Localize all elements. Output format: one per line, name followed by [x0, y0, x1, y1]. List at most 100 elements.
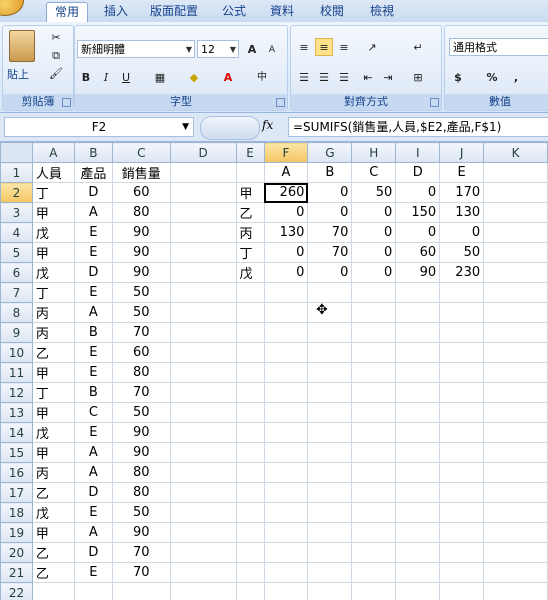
- cell-G3[interactable]: 0: [307, 202, 353, 223]
- cell-I1[interactable]: D: [395, 162, 441, 183]
- paste-button[interactable]: 貼上: [7, 66, 29, 82]
- cell-B3[interactable]: A: [73, 202, 113, 223]
- cell-D14[interactable]: [169, 422, 237, 443]
- cell-G4[interactable]: 70: [307, 222, 353, 243]
- row-header[interactable]: 8: [0, 302, 33, 323]
- cell-B13[interactable]: C: [73, 402, 113, 423]
- cell-I11[interactable]: [395, 362, 441, 383]
- cell-I10[interactable]: [395, 342, 441, 363]
- cell-E3[interactable]: 乙: [235, 202, 265, 223]
- cell-C21[interactable]: 70: [111, 562, 171, 583]
- cell-C18[interactable]: 50: [111, 502, 171, 523]
- tab-insert[interactable]: 插入: [96, 2, 136, 21]
- cell-B20[interactable]: D: [73, 542, 113, 563]
- cell-A3[interactable]: 甲: [31, 202, 75, 223]
- cell-D8[interactable]: [169, 302, 237, 323]
- cell-G16[interactable]: [307, 462, 353, 483]
- cell-B15[interactable]: A: [73, 442, 113, 463]
- row-header[interactable]: 13: [0, 402, 33, 423]
- cell-J2[interactable]: 170: [439, 182, 485, 203]
- row-header[interactable]: 12: [0, 382, 33, 403]
- row-header[interactable]: 22: [0, 582, 33, 600]
- cell-G5[interactable]: 70: [307, 242, 353, 263]
- cell-D1[interactable]: [169, 162, 237, 183]
- shrink-font-button[interactable]: A: [263, 40, 281, 58]
- cell-B18[interactable]: E: [73, 502, 113, 523]
- cell-A7[interactable]: 丁: [31, 282, 75, 303]
- cell-D20[interactable]: [169, 542, 237, 563]
- cell-B4[interactable]: E: [73, 222, 113, 243]
- cell-B16[interactable]: A: [73, 462, 113, 483]
- cell-E6[interactable]: 戊: [235, 262, 265, 283]
- row-header[interactable]: 10: [0, 342, 33, 363]
- cell-K21[interactable]: [483, 562, 548, 583]
- cell-H19[interactable]: [351, 522, 397, 543]
- cell-E11[interactable]: [235, 362, 265, 383]
- cell-D16[interactable]: [169, 462, 237, 483]
- cell-E17[interactable]: [235, 482, 265, 503]
- cell-H4[interactable]: 0: [351, 222, 397, 243]
- column-header[interactable]: D: [169, 142, 237, 163]
- cell-J5[interactable]: 50: [439, 242, 485, 263]
- cell-B7[interactable]: E: [73, 282, 113, 303]
- cell-A11[interactable]: 甲: [31, 362, 75, 383]
- cell-C13[interactable]: 50: [111, 402, 171, 423]
- cell-G21[interactable]: [307, 562, 353, 583]
- row-header[interactable]: 17: [0, 482, 33, 503]
- align-middle-icon[interactable]: ≡: [315, 38, 333, 56]
- cell-H2[interactable]: 50: [351, 182, 397, 203]
- cell-J16[interactable]: [439, 462, 485, 483]
- row-header[interactable]: 7: [0, 282, 33, 303]
- cell-F12[interactable]: [263, 382, 309, 403]
- column-header[interactable]: I: [395, 142, 441, 163]
- cell-H5[interactable]: 0: [351, 242, 397, 263]
- cell-D3[interactable]: [169, 202, 237, 223]
- cell-G1[interactable]: B: [307, 162, 353, 183]
- number-format-dropdown[interactable]: 通用格式: [449, 38, 548, 56]
- cell-H9[interactable]: [351, 322, 397, 343]
- cell-F8[interactable]: [263, 302, 309, 323]
- cell-A19[interactable]: 甲: [31, 522, 75, 543]
- cell-D13[interactable]: [169, 402, 237, 423]
- column-header[interactable]: A: [31, 142, 75, 163]
- cell-F3[interactable]: 0: [263, 202, 309, 223]
- cell-E18[interactable]: [235, 502, 265, 523]
- font-launcher-icon[interactable]: [276, 98, 285, 107]
- cell-K9[interactable]: [483, 322, 548, 343]
- row-header[interactable]: 1: [0, 162, 33, 183]
- font-color-icon[interactable]: A: [219, 68, 237, 86]
- italic-button[interactable]: I: [97, 68, 115, 86]
- cell-C7[interactable]: 50: [111, 282, 171, 303]
- cell-G20[interactable]: [307, 542, 353, 563]
- underline-button[interactable]: U: [117, 68, 135, 86]
- cell-A21[interactable]: 乙: [31, 562, 75, 583]
- cell-H10[interactable]: [351, 342, 397, 363]
- cell-F15[interactable]: [263, 442, 309, 463]
- insert-function-button[interactable]: fx: [262, 118, 273, 132]
- cell-K17[interactable]: [483, 482, 548, 503]
- cell-B17[interactable]: D: [73, 482, 113, 503]
- cell-I18[interactable]: [395, 502, 441, 523]
- cell-G15[interactable]: [307, 442, 353, 463]
- row-header[interactable]: 4: [0, 222, 33, 243]
- cell-K20[interactable]: [483, 542, 548, 563]
- cell-H21[interactable]: [351, 562, 397, 583]
- clipboard-launcher-icon[interactable]: [62, 98, 71, 107]
- column-header[interactable]: G: [307, 142, 353, 163]
- cell-H22[interactable]: [351, 582, 397, 600]
- cell-D2[interactable]: [169, 182, 237, 203]
- cell-K8[interactable]: [483, 302, 548, 323]
- cell-F2[interactable]: 260: [263, 182, 309, 203]
- cell-H20[interactable]: [351, 542, 397, 563]
- format-painter-icon[interactable]: 🖌: [47, 64, 65, 82]
- cell-J21[interactable]: [439, 562, 485, 583]
- cell-K13[interactable]: [483, 402, 548, 423]
- cell-A13[interactable]: 甲: [31, 402, 75, 423]
- cell-D12[interactable]: [169, 382, 237, 403]
- cell-G19[interactable]: [307, 522, 353, 543]
- cell-B21[interactable]: E: [73, 562, 113, 583]
- cell-C4[interactable]: 90: [111, 222, 171, 243]
- paste-icon[interactable]: [9, 30, 35, 62]
- cell-J18[interactable]: [439, 502, 485, 523]
- cell-K7[interactable]: [483, 282, 548, 303]
